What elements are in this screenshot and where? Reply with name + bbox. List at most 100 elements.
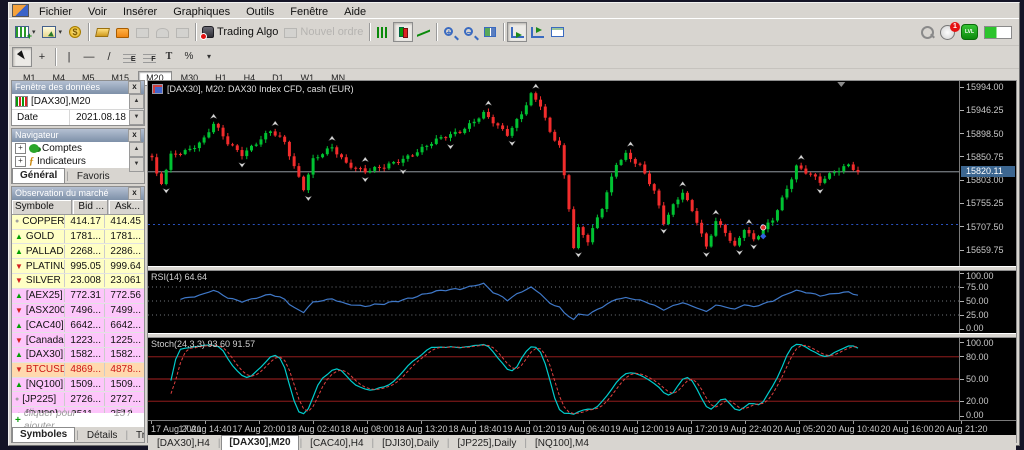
symbol-row-btcusd[interactable]: ▼ BTCUSD 4869... 4878... (12, 362, 144, 378)
horizontal-line-tool[interactable]: — (79, 47, 99, 67)
chart-tab-dji30daily[interactable]: [DJI30],Daily (375, 437, 446, 450)
bid-cell: 1582... (64, 348, 104, 362)
more-tools-button[interactable]: ▾ (199, 47, 219, 67)
rsi-plot[interactable] (148, 271, 960, 333)
data-window-symbol-row[interactable]: [DAX30],M20 ▲ (12, 94, 144, 110)
column-header[interactable]: Ask... (108, 200, 144, 214)
tile-windows-button[interactable] (480, 22, 500, 42)
symbol-name: [AEX25] (25, 290, 63, 302)
toolbar-separator (369, 23, 371, 41)
symbol-row-platinum[interactable]: ▼PLATINUM995.05999.64 (12, 259, 144, 274)
scroll-down-button[interactable]: ▼ (129, 157, 144, 172)
rsi-axis-label: 25.00 (966, 310, 989, 320)
zoom-out-button[interactable]: − (460, 22, 480, 42)
close-icon[interactable]: x (128, 129, 141, 142)
hline-icon: — (83, 51, 95, 63)
symbol-row-aex25[interactable]: ▲ [AEX25] 772.31 772.56 (12, 288, 144, 304)
chart-tab-dax30h4[interactable]: [DAX30],H4 (150, 437, 217, 450)
navigator-item-accounts[interactable]: + Comptes (12, 142, 144, 155)
symbol-row-jp225[interactable]: ● [JP225] 2726... 2727... (12, 392, 144, 408)
scroll-up-button[interactable]: ▲ (129, 142, 144, 157)
tab-favoris[interactable]: Favoris (70, 170, 117, 183)
connection-indicator (984, 25, 1012, 39)
add-symbol-row[interactable]: + cliquer pour ajouter... 15 / ... (12, 408, 144, 432)
navigator-button[interactable] (152, 22, 172, 42)
zoom-in-button[interactable]: + (440, 22, 460, 42)
history-center-button[interactable] (92, 22, 112, 42)
navigator-item-indicators[interactable]: + ƒ Indicateurs (12, 155, 144, 168)
crosshair-tool[interactable]: + (32, 47, 52, 67)
expand-icon[interactable]: + (15, 156, 26, 167)
tab-general[interactable]: Général (12, 168, 66, 183)
search-icon[interactable] (921, 25, 934, 39)
symbol-name: PALLADIUM (25, 245, 64, 257)
date-tick-label: 18 Aug 02:40 (286, 424, 340, 434)
candlestick-chart-button[interactable] (393, 22, 414, 42)
line-chart-button[interactable] (413, 22, 433, 42)
fibonacci-tool[interactable]: F (139, 47, 159, 67)
menu-fenetre[interactable]: Fenêtre (282, 6, 336, 18)
strategy-tester-button[interactable] (547, 22, 567, 42)
notifications-icon[interactable]: 1 (940, 21, 960, 40)
chart-tab-dax30m20[interactable]: [DAX30],M20 (221, 435, 299, 450)
data-window-button[interactable] (132, 22, 152, 42)
trendline-tool[interactable]: / (99, 47, 119, 67)
chart-tab-cac40h4[interactable]: [CAC40],H4 (303, 437, 370, 450)
stoch-axis-label: 20.00 (966, 396, 989, 407)
trading-algo-button[interactable]: Trading Algo (199, 22, 281, 42)
symbol-row-nq100[interactable]: ▲ [NQ100] 1509... 1509... (12, 377, 144, 393)
trend-down-icon: ▼ (15, 365, 23, 375)
market-watch-tabs: Symboles|Détails|Trading (12, 427, 144, 442)
tab-trading[interactable]: Trading (129, 429, 144, 442)
close-icon[interactable]: x (128, 187, 141, 200)
tline-icon: / (107, 51, 111, 63)
expand-icon[interactable]: + (15, 143, 26, 154)
menu-fichier[interactable]: Fichier (31, 6, 80, 18)
column-header[interactable]: Symbole (12, 200, 72, 214)
symbol-row-asx200[interactable]: ▼ [ASX200] 7496... 7499... (12, 303, 144, 319)
menu-graphiques[interactable]: Graphiques (165, 6, 238, 18)
scroll-up-button[interactable]: ▲ (129, 94, 144, 109)
terminal-button[interactable] (172, 22, 192, 42)
arrows-tool[interactable]: % (179, 47, 199, 67)
new-chart-button[interactable]: ▾ (12, 22, 39, 42)
menu-outils[interactable]: Outils (238, 6, 282, 18)
cursor-tool[interactable] (12, 47, 32, 67)
bar-chart-button[interactable] (373, 22, 393, 42)
symbol-row-cac40[interactable]: ▲ [CAC40] 6642... 6642... (12, 318, 144, 334)
level-indicator[interactable]: LVL (961, 24, 978, 40)
tab-details[interactable]: Détails (80, 429, 125, 442)
auto-scroll-button[interactable] (507, 22, 528, 42)
symbol-row-silver[interactable]: ▼ SILVER 23.008 23.061 (12, 273, 144, 289)
chart-tab-nq100m4[interactable]: [NQ100],M4 (528, 437, 596, 450)
candles-icon (397, 26, 409, 38)
menu-aide[interactable]: Aide (336, 6, 374, 18)
symbol-row-palladium[interactable]: ▲PALLADIUM2268...2286... (12, 244, 144, 260)
symbol-row-dax30[interactable]: ▲ [DAX30] 1582... 1582... (12, 347, 144, 363)
market-watch-button[interactable] (112, 22, 132, 42)
chart-tab-jp225daily[interactable]: [JP225],Daily (450, 437, 523, 450)
equidistant-channel-tool[interactable]: E (119, 47, 139, 67)
profiles-button[interactable]: ▾ (39, 22, 66, 42)
data-window-date-row[interactable]: Date 2021.08.18 ▼ (12, 110, 144, 125)
menu-voir[interactable]: Voir (80, 6, 115, 18)
menu-inserer[interactable]: Insérer (115, 6, 165, 18)
scroll-down-button[interactable]: ▼ (129, 110, 144, 125)
symbols-button[interactable]: $ (65, 22, 85, 42)
symbol-row-canada60[interactable]: ▼[Canada60]1223...1225... (12, 333, 144, 348)
tab-symboles[interactable]: Symboles (12, 427, 76, 442)
symbol-row-gold[interactable]: ▲ GOLD 1781... 1781... (12, 229, 144, 245)
text-tool[interactable]: T (159, 47, 179, 67)
new-order-button[interactable]: Nouvel ordre (281, 22, 366, 42)
symbol-row-copper[interactable]: ● COPPER 414.17 414.45 (12, 214, 144, 230)
stochastic-plot[interactable] (148, 338, 960, 420)
data-window-symbol: [DAX30],M20 (31, 96, 91, 107)
rsi-axis-label: 100.00 (966, 271, 994, 281)
column-header[interactable]: Bid ... (72, 200, 108, 214)
candlestick-chart[interactable] (148, 81, 960, 266)
newchart-icon (15, 26, 32, 41)
chart-shift-button[interactable] (527, 22, 547, 42)
axis-tick (960, 156, 964, 158)
close-icon[interactable]: x (128, 81, 141, 94)
vertical-line-tool[interactable]: | (59, 47, 79, 67)
